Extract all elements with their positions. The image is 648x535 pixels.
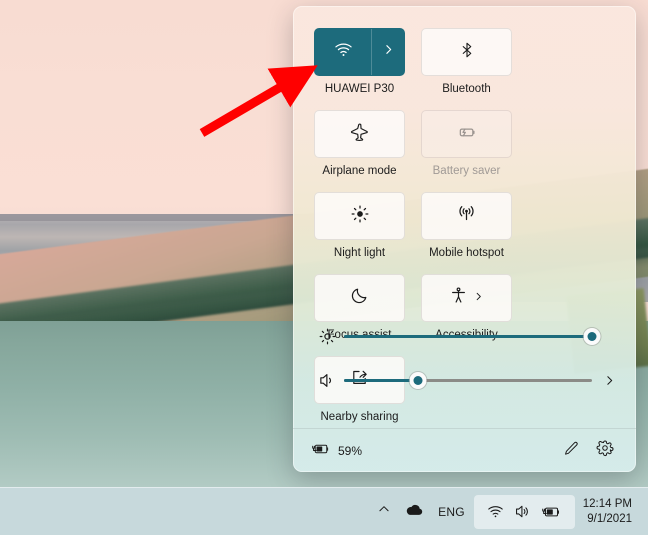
brightness-slider-thumb[interactable] [583, 327, 601, 345]
wifi-icon [483, 495, 508, 529]
bluetooth-tile[interactable] [421, 28, 512, 76]
clock-button[interactable]: 12:14 PM 9/1/2021 [577, 492, 640, 532]
wifi-toggle-button[interactable] [315, 29, 371, 75]
mobile-hotspot-tile[interactable] [421, 192, 512, 240]
moon-icon [350, 286, 369, 310]
battery-saver-tile-label: Battery saver [432, 165, 501, 177]
airplane-icon [350, 122, 370, 147]
gear-icon [596, 439, 614, 462]
hotspot-icon [456, 203, 477, 229]
desktop-screen: HUAWEI P30 Bluetooth Airplane mode Batte… [0, 0, 648, 535]
battery-charging-icon [537, 495, 566, 529]
wifi-icon [334, 40, 353, 64]
quick-settings-panel: HUAWEI P30 Bluetooth Airplane mode Batte… [293, 6, 636, 472]
brightness-slider-fill [344, 334, 592, 338]
edit-quick-settings-button[interactable] [554, 436, 588, 466]
quick-settings-footer: 59% [293, 428, 636, 472]
accessibility-icon [449, 286, 468, 310]
wifi-tile-label: HUAWEI P30 [324, 83, 395, 95]
airplane-mode-tile[interactable] [314, 110, 405, 158]
night-light-tile-label: Night light [333, 247, 386, 259]
taskbar: ENG 12:14 PM 9/1/2021 [0, 487, 648, 535]
brightness-icon [350, 204, 370, 229]
battery-saver-icon [457, 122, 477, 147]
battery-charging-icon [311, 441, 331, 460]
volume-icon [314, 371, 340, 390]
quick-settings-sliders [293, 314, 636, 402]
mobile-hotspot-tile-label: Mobile hotspot [429, 247, 504, 259]
brightness-slider[interactable] [344, 327, 601, 345]
volume-output-chevron-icon[interactable] [598, 374, 620, 387]
nearby-sharing-tile-label: Nearby sharing [320, 411, 399, 423]
wifi-tile[interactable] [314, 28, 405, 76]
battery-status[interactable]: 59% [311, 441, 362, 460]
brightness-icon [314, 327, 340, 346]
pencil-icon [563, 440, 580, 462]
battery-saver-tile[interactable] [421, 110, 512, 158]
quick-setting-bluetooth: Bluetooth [421, 28, 512, 96]
battery-percentage: 59% [338, 443, 363, 458]
volume-icon [510, 495, 535, 529]
quick-setting-wifi: HUAWEI P30 [314, 28, 405, 96]
show-hidden-icons-button[interactable] [370, 495, 398, 529]
open-settings-button[interactable] [588, 436, 622, 466]
volume-slider-row [293, 358, 636, 402]
language-indicator[interactable]: ENG [431, 495, 472, 529]
night-light-tile[interactable] [314, 192, 405, 240]
volume-slider-fill [344, 378, 419, 382]
brightness-slider-row [293, 314, 636, 358]
volume-slider-thumb[interactable] [409, 371, 427, 389]
chevron-right-icon[interactable] [473, 289, 484, 307]
quick-setting-mobile-hotspot: Mobile hotspot [421, 192, 512, 260]
wifi-expand-button[interactable] [371, 29, 404, 75]
cloud-icon [405, 500, 424, 524]
bluetooth-tile-label: Bluetooth [442, 83, 491, 95]
quick-setting-night-light: Night light [314, 192, 405, 260]
quick-setting-airplane-mode: Airplane mode [314, 110, 405, 178]
chevron-right-icon [382, 43, 395, 61]
clock-date: 9/1/2021 [587, 512, 632, 525]
quick-settings-tray-button[interactable] [473, 494, 575, 529]
onedrive-tray-button[interactable] [398, 495, 431, 529]
chevron-up-icon [377, 502, 391, 521]
volume-slider[interactable] [344, 371, 592, 389]
airplane-mode-tile-label: Airplane mode [322, 165, 397, 177]
bluetooth-icon [458, 41, 476, 64]
quick-setting-battery-saver: Battery saver [421, 110, 512, 178]
clock-time: 12:14 PM [582, 497, 632, 510]
